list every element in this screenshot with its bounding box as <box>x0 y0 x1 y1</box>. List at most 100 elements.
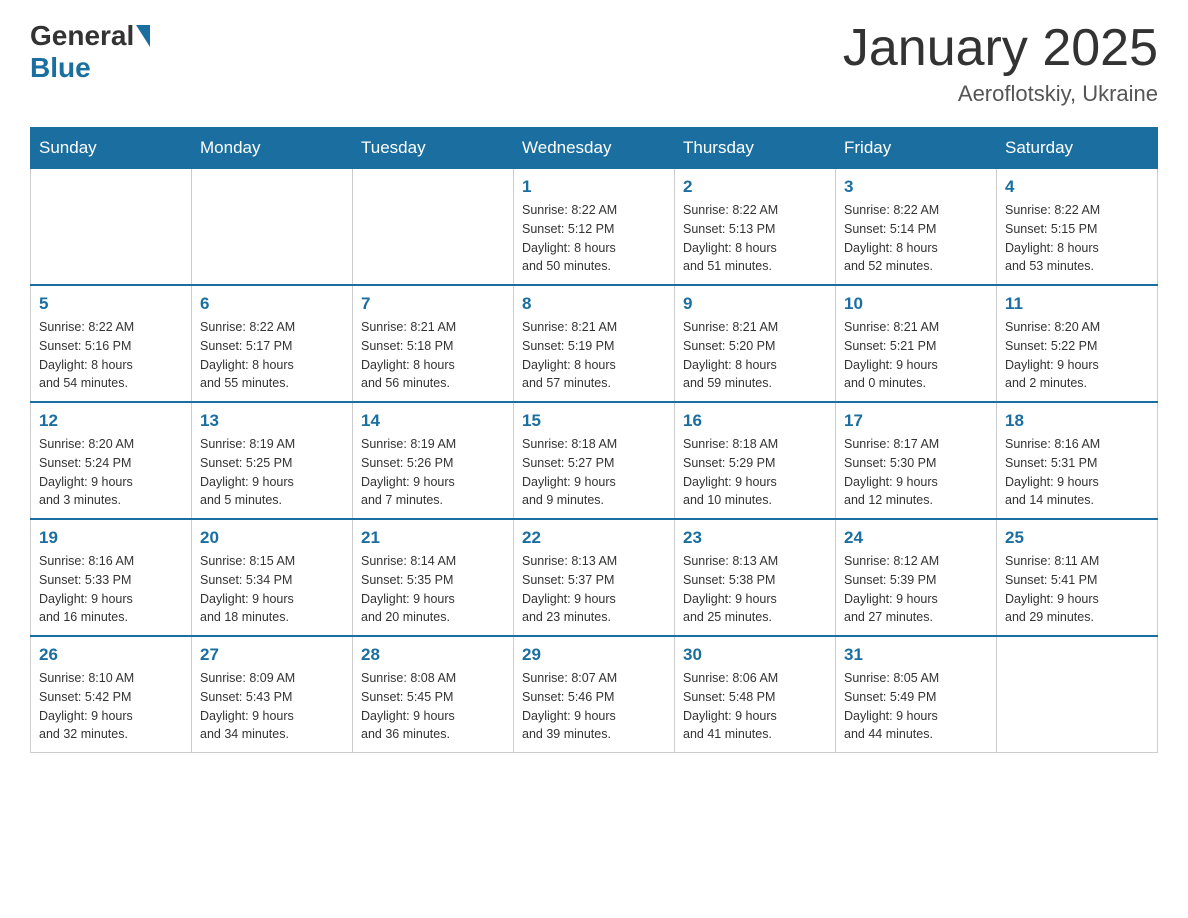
calendar-cell: 25 Sunrise: 8:11 AMSunset: 5:41 PMDayligh… <box>997 519 1158 636</box>
calendar-cell: 8 Sunrise: 8:21 AMSunset: 5:19 PMDaylight… <box>514 285 675 402</box>
day-number: 2 <box>683 177 827 197</box>
day-info: Sunrise: 8:05 AMSunset: 5:49 PMDaylight:… <box>844 669 988 744</box>
calendar-cell: 19 Sunrise: 8:16 AMSunset: 5:33 PMDayligh… <box>31 519 192 636</box>
calendar-cell: 1Sunrise: 8:22 AMSunset: 5:12 PMDaylight… <box>514 169 675 286</box>
day-info: Sunrise: 8:22 AMSunset: 5:17 PMDaylight:… <box>200 318 344 393</box>
day-info: Sunrise: 8:09 AMSunset: 5:43 PMDaylight:… <box>200 669 344 744</box>
day-number: 5 <box>39 294 183 314</box>
calendar-week-row: 5 Sunrise: 8:22 AMSunset: 5:16 PMDaylight… <box>31 285 1158 402</box>
day-number: 28 <box>361 645 505 665</box>
day-info: Sunrise: 8:21 AMSunset: 5:20 PMDaylight:… <box>683 318 827 393</box>
day-number: 3 <box>844 177 988 197</box>
day-number: 19 <box>39 528 183 548</box>
day-number: 10 <box>844 294 988 314</box>
day-header-wednesday: Wednesday <box>514 128 675 169</box>
calendar-cell: 2 Sunrise: 8:22 AMSunset: 5:13 PMDaylight… <box>675 169 836 286</box>
day-number: 25 <box>1005 528 1149 548</box>
day-number: 9 <box>683 294 827 314</box>
day-info: Sunrise: 8:21 AMSunset: 5:19 PMDaylight:… <box>522 318 666 393</box>
day-info: Sunrise: 8:17 AMSunset: 5:30 PMDaylight:… <box>844 435 988 510</box>
calendar-cell: 13 Sunrise: 8:19 AMSunset: 5:25 PMDayligh… <box>192 402 353 519</box>
day-info: Sunrise: 8:08 AMSunset: 5:45 PMDaylight:… <box>361 669 505 744</box>
calendar-cell <box>997 636 1158 753</box>
calendar-cell: 29Sunrise: 8:07 AMSunset: 5:46 PMDayligh… <box>514 636 675 753</box>
calendar-cell: 10 Sunrise: 8:21 AMSunset: 5:21 PMDayligh… <box>836 285 997 402</box>
day-info: Sunrise: 8:12 AMSunset: 5:39 PMDaylight:… <box>844 552 988 627</box>
calendar-cell: 22 Sunrise: 8:13 AMSunset: 5:37 PMDayligh… <box>514 519 675 636</box>
day-number: 21 <box>361 528 505 548</box>
calendar-cell: 24 Sunrise: 8:12 AMSunset: 5:39 PMDayligh… <box>836 519 997 636</box>
day-number: 31 <box>844 645 988 665</box>
calendar-cell <box>31 169 192 286</box>
calendar-cell: 3 Sunrise: 8:22 AMSunset: 5:14 PMDaylight… <box>836 169 997 286</box>
calendar-cell: 15 Sunrise: 8:18 AMSunset: 5:27 PMDayligh… <box>514 402 675 519</box>
logo-triangle-icon <box>136 25 150 47</box>
month-title: January 2025 <box>843 20 1158 77</box>
day-info: Sunrise: 8:19 AMSunset: 5:25 PMDaylight:… <box>200 435 344 510</box>
day-number: 17 <box>844 411 988 431</box>
day-number: 8 <box>522 294 666 314</box>
logo-general-text: General <box>30 20 134 52</box>
calendar-week-row: 1Sunrise: 8:22 AMSunset: 5:12 PMDaylight… <box>31 169 1158 286</box>
calendar-cell: 20 Sunrise: 8:15 AMSunset: 5:34 PMDayligh… <box>192 519 353 636</box>
day-info: Sunrise: 8:21 AMSunset: 5:18 PMDaylight:… <box>361 318 505 393</box>
day-info: Sunrise: 8:22 AMSunset: 5:14 PMDaylight:… <box>844 201 988 276</box>
day-number: 26 <box>39 645 183 665</box>
day-header-saturday: Saturday <box>997 128 1158 169</box>
calendar-cell <box>353 169 514 286</box>
day-number: 27 <box>200 645 344 665</box>
calendar-cell: 18Sunrise: 8:16 AMSunset: 5:31 PMDayligh… <box>997 402 1158 519</box>
day-info: Sunrise: 8:06 AMSunset: 5:48 PMDaylight:… <box>683 669 827 744</box>
day-info: Sunrise: 8:20 AMSunset: 5:24 PMDaylight:… <box>39 435 183 510</box>
day-info: Sunrise: 8:16 AMSunset: 5:33 PMDaylight:… <box>39 552 183 627</box>
calendar-cell: 7 Sunrise: 8:21 AMSunset: 5:18 PMDaylight… <box>353 285 514 402</box>
calendar-week-row: 12 Sunrise: 8:20 AMSunset: 5:24 PMDayligh… <box>31 402 1158 519</box>
day-number: 4 <box>1005 177 1149 197</box>
calendar-cell: 6 Sunrise: 8:22 AMSunset: 5:17 PMDaylight… <box>192 285 353 402</box>
calendar-cell <box>192 169 353 286</box>
day-number: 12 <box>39 411 183 431</box>
day-info: Sunrise: 8:13 AMSunset: 5:38 PMDaylight:… <box>683 552 827 627</box>
day-number: 23 <box>683 528 827 548</box>
day-number: 13 <box>200 411 344 431</box>
day-number: 11 <box>1005 294 1149 314</box>
day-header-thursday: Thursday <box>675 128 836 169</box>
day-header-friday: Friday <box>836 128 997 169</box>
location-subtitle: Aeroflotskiy, Ukraine <box>843 81 1158 107</box>
day-info: Sunrise: 8:22 AMSunset: 5:15 PMDaylight:… <box>1005 201 1149 276</box>
calendar-cell: 9 Sunrise: 8:21 AMSunset: 5:20 PMDaylight… <box>675 285 836 402</box>
calendar-cell: 17 Sunrise: 8:17 AMSunset: 5:30 PMDayligh… <box>836 402 997 519</box>
calendar-cell: 27 Sunrise: 8:09 AMSunset: 5:43 PMDayligh… <box>192 636 353 753</box>
day-header-monday: Monday <box>192 128 353 169</box>
day-number: 20 <box>200 528 344 548</box>
day-info: Sunrise: 8:18 AMSunset: 5:27 PMDaylight:… <box>522 435 666 510</box>
day-info: Sunrise: 8:15 AMSunset: 5:34 PMDaylight:… <box>200 552 344 627</box>
day-info: Sunrise: 8:21 AMSunset: 5:21 PMDaylight:… <box>844 318 988 393</box>
logo: General Blue <box>30 20 152 84</box>
day-info: Sunrise: 8:14 AMSunset: 5:35 PMDaylight:… <box>361 552 505 627</box>
day-number: 22 <box>522 528 666 548</box>
day-number: 1 <box>522 177 666 197</box>
day-number: 7 <box>361 294 505 314</box>
day-number: 30 <box>683 645 827 665</box>
day-info: Sunrise: 8:18 AMSunset: 5:29 PMDaylight:… <box>683 435 827 510</box>
day-info: Sunrise: 8:07 AMSunset: 5:46 PMDaylight:… <box>522 669 666 744</box>
calendar-table: SundayMondayTuesdayWednesdayThursdayFrid… <box>30 127 1158 753</box>
day-info: Sunrise: 8:19 AMSunset: 5:26 PMDaylight:… <box>361 435 505 510</box>
day-info: Sunrise: 8:10 AMSunset: 5:42 PMDaylight:… <box>39 669 183 744</box>
calendar-cell: 28 Sunrise: 8:08 AMSunset: 5:45 PMDayligh… <box>353 636 514 753</box>
calendar-cell: 26 Sunrise: 8:10 AMSunset: 5:42 PMDayligh… <box>31 636 192 753</box>
day-info: Sunrise: 8:13 AMSunset: 5:37 PMDaylight:… <box>522 552 666 627</box>
day-info: Sunrise: 8:11 AMSunset: 5:41 PMDaylight:… <box>1005 552 1149 627</box>
calendar-cell: 21 Sunrise: 8:14 AMSunset: 5:35 PMDayligh… <box>353 519 514 636</box>
calendar-cell: 31 Sunrise: 8:05 AMSunset: 5:49 PMDayligh… <box>836 636 997 753</box>
day-number: 6 <box>200 294 344 314</box>
day-number: 24 <box>844 528 988 548</box>
day-header-sunday: Sunday <box>31 128 192 169</box>
calendar-cell: 30 Sunrise: 8:06 AMSunset: 5:48 PMDayligh… <box>675 636 836 753</box>
day-info: Sunrise: 8:22 AMSunset: 5:16 PMDaylight:… <box>39 318 183 393</box>
day-info: Sunrise: 8:22 AMSunset: 5:13 PMDaylight:… <box>683 201 827 276</box>
day-number: 18 <box>1005 411 1149 431</box>
day-number: 15 <box>522 411 666 431</box>
day-header-tuesday: Tuesday <box>353 128 514 169</box>
